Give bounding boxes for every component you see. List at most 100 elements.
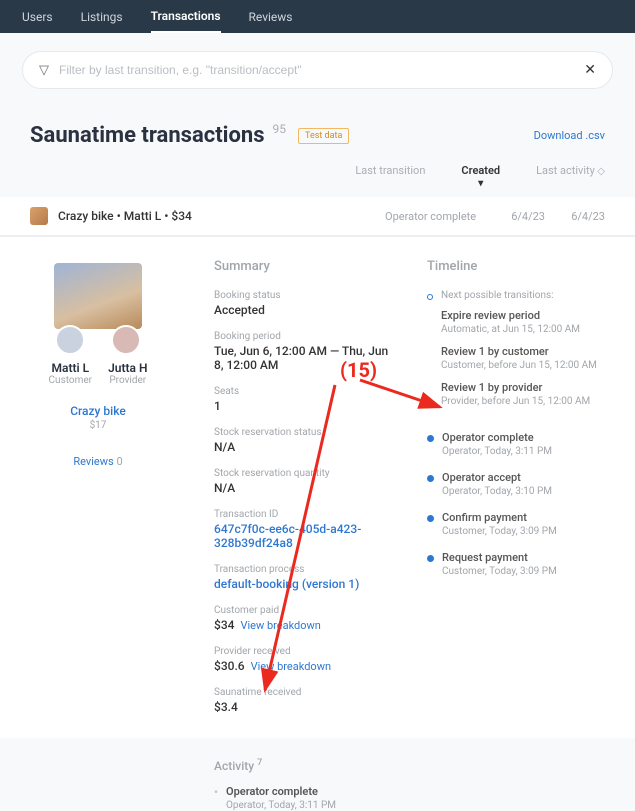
timeline-done-item: Request payment Customer, Today, 3:09 PM: [427, 551, 617, 577]
field-value: $34View breakdown: [214, 618, 399, 632]
timeline-item-title: Operator complete: [442, 431, 552, 444]
customer-block: Matti L Customer: [49, 361, 93, 386]
timeline-section: Timeline Next possible transitions: Expi…: [427, 259, 617, 728]
col-last-activity[interactable]: Last activity: [536, 164, 605, 177]
transaction-row[interactable]: Crazy bike • Matti L • $34 Operator comp…: [0, 197, 635, 236]
field-value: Accepted: [214, 303, 399, 317]
download-csv-link[interactable]: Download .csv: [534, 129, 605, 142]
timeline-item-title: Confirm payment: [442, 511, 557, 524]
field-label: Booking status: [214, 290, 399, 301]
field-label: Seats: [214, 386, 399, 397]
timeline-dot-icon: [427, 515, 434, 522]
transaction-title: Crazy bike • Matti L • $34: [58, 209, 385, 223]
nav-transactions[interactable]: Transactions: [151, 0, 221, 33]
timeline-dot-icon: [427, 435, 434, 442]
timeline-next-heading: Next possible transitions: Expire review…: [427, 290, 617, 417]
summary-field: Saunatime received $3.4: [214, 687, 399, 714]
activity-item-title: Operator complete: [226, 785, 617, 798]
col-created[interactable]: Created: [461, 164, 500, 177]
nav-listings[interactable]: Listings: [81, 0, 123, 33]
timeline-possible-item: Review 1 by customer Customer, before Jun…: [441, 345, 597, 371]
transaction-activity: 6/4/23: [545, 210, 605, 223]
listing-link[interactable]: Crazy bike: [16, 404, 180, 418]
summary-section: Summary Booking status Accepted Booking pe…: [214, 259, 399, 728]
customer-avatar[interactable]: [55, 325, 85, 355]
field-label: Stock reservation quantity: [214, 468, 399, 479]
timeline-item-sub: Customer, before Jun 15, 12:00 AM: [441, 360, 597, 371]
summary-field: Provider received $30.6View breakdown: [214, 646, 399, 673]
reviews-link[interactable]: Reviews 0: [16, 455, 180, 468]
timeline-item-sub: Automatic, at Jun 15, 12:00 AM: [441, 324, 597, 335]
field-value: Tue, Jun 6, 12:00 AM — Thu, Jun 8, 12:00…: [214, 344, 399, 372]
col-last-transition[interactable]: Last transition: [355, 164, 425, 177]
activity-heading: Activity 7: [214, 758, 617, 773]
field-label: Stock reservation status: [214, 427, 399, 438]
field-value: $3.4: [214, 700, 399, 714]
field-value: $30.6View breakdown: [214, 659, 399, 673]
timeline-done-item: Confirm payment Customer, Today, 3:09 PM: [427, 511, 617, 537]
listing-hero-image: [54, 263, 142, 329]
timeline-item-sub: Operator, Today, 3:11 PM: [442, 446, 552, 457]
activity-item-sub: Operator, Today, 3:11 PM: [226, 800, 617, 811]
title-row: Saunatime transactions 95 Test data Down…: [0, 97, 635, 152]
summary-field: Seats 1: [214, 386, 399, 413]
timeline-item-sub: Customer, Today, 3:09 PM: [442, 566, 557, 577]
timeline-heading: Timeline: [427, 259, 617, 274]
field-value: N/A: [214, 481, 399, 495]
timeline-item-sub: Operator, Today, 3:10 PM: [442, 486, 552, 497]
search-box[interactable]: ▽ ✕: [22, 51, 613, 89]
timeline-item-title: Request payment: [442, 551, 557, 564]
summary-field: Booking status Accepted: [214, 290, 399, 317]
nav-reviews[interactable]: Reviews: [249, 0, 293, 33]
timeline-dot-icon: [427, 475, 434, 482]
nav-users[interactable]: Users: [22, 0, 53, 33]
timeline-done-item: Operator complete Operator, Today, 3:11 P…: [427, 431, 617, 457]
transaction-detail: Matti L Customer Jutta H Provider Crazy …: [0, 236, 635, 738]
clear-search-icon[interactable]: ✕: [584, 62, 596, 78]
timeline-item-title: Review 1 by provider: [441, 381, 597, 394]
search-row: ▽ ✕: [0, 33, 635, 97]
content-panel: Summary Booking status Accepted Booking pe…: [196, 237, 635, 738]
timeline-item-sub: Customer, Today, 3:09 PM: [442, 526, 557, 537]
view-breakdown-link[interactable]: View breakdown: [240, 619, 320, 632]
timeline-next-label: Next possible transitions:: [441, 290, 597, 301]
provider-block: Jutta H Provider: [108, 361, 147, 386]
avatars: [16, 325, 180, 355]
customer-role: Customer: [49, 375, 93, 386]
summary-heading: Summary: [214, 259, 399, 274]
field-value[interactable]: 647c7f0c-ee6c-405d-a423-328b39df24a8: [214, 522, 399, 550]
timeline-dot-icon: [427, 555, 434, 562]
listing-price: $17: [16, 420, 180, 431]
summary-field: Stock reservation status N/A: [214, 427, 399, 454]
field-label: Transaction process: [214, 564, 399, 575]
provider-avatar[interactable]: [111, 325, 141, 355]
top-navbar: Users Listings Transactions Reviews: [0, 0, 635, 33]
summary-field: Booking periodTue, Jun 6, 12:00 AM — Thu…: [214, 331, 399, 372]
field-value: N/A: [214, 440, 399, 454]
transaction-status: Operator complete: [385, 210, 485, 223]
field-value: 1: [214, 399, 399, 413]
activity-section: Activity 7 Operator complete Operator, To…: [0, 738, 635, 811]
timeline-open-dot-icon: [427, 294, 433, 300]
field-label: Provider received: [214, 646, 399, 657]
field-label: Transaction ID: [214, 509, 399, 520]
filter-icon: ▽: [39, 63, 49, 78]
column-headers: Last transition Created Last activity: [0, 152, 635, 183]
customer-name: Matti L: [49, 361, 93, 375]
field-label: Saunatime received: [214, 687, 399, 698]
summary-field: Transaction process default-booking (vers…: [214, 564, 399, 591]
timeline-possible-item: Expire review periodAutomatic, at Jun 15…: [441, 309, 597, 335]
listing-thumbnail: [30, 207, 48, 225]
summary-field: Stock reservation quantity N/A: [214, 468, 399, 495]
search-input[interactable]: [59, 63, 574, 77]
provider-role: Provider: [108, 375, 147, 386]
page-title: Saunatime transactions: [30, 123, 265, 148]
view-breakdown-link[interactable]: View breakdown: [251, 660, 331, 673]
test-data-badge: Test data: [298, 128, 349, 144]
summary-field: Customer paid$34View breakdown: [214, 605, 399, 632]
timeline-item-sub: Provider, before Jun 15, 12:00 AM: [441, 396, 597, 407]
field-value[interactable]: default-booking (version 1): [214, 577, 399, 591]
timeline-item-title: Operator accept: [442, 471, 552, 484]
provider-name: Jutta H: [108, 361, 147, 375]
timeline-item-title: Review 1 by customer: [441, 345, 597, 358]
